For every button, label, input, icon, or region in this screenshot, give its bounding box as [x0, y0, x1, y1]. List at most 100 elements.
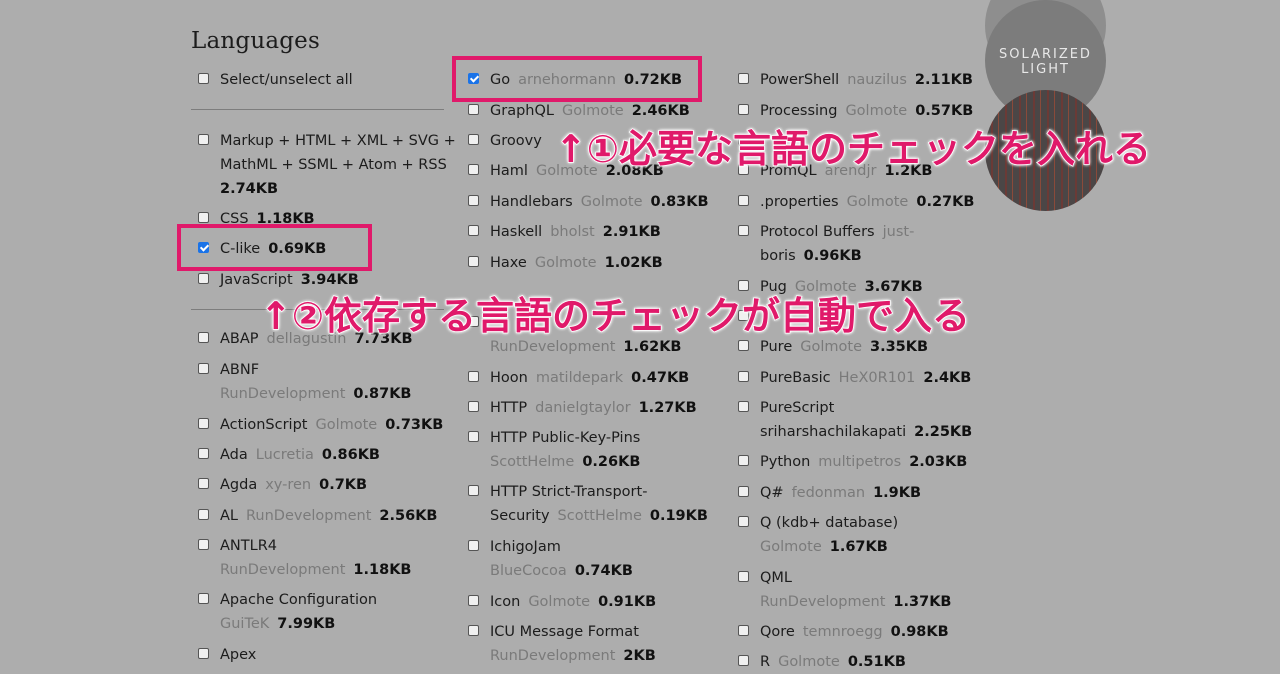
language-checkbox[interactable]: [468, 225, 479, 236]
language-item-line: IchigoJam: [490, 535, 633, 559]
language-item[interactable]: Apex: [198, 643, 256, 667]
language-author: Golmote: [315, 417, 378, 433]
language-checkbox[interactable]: [738, 225, 749, 236]
language-name: Hoon: [490, 370, 528, 386]
language-name: Haml: [490, 163, 528, 179]
language-name: Ada: [220, 447, 248, 463]
language-item-line: RunDevelopment 1.37KB: [760, 590, 952, 614]
language-checkbox[interactable]: [738, 104, 749, 115]
language-item[interactable]: Groovy: [468, 129, 542, 153]
language-name: Protocol Buffers: [760, 224, 875, 240]
language-checkbox[interactable]: [738, 73, 749, 84]
language-checkbox[interactable]: [738, 371, 749, 382]
language-item[interactable]: Q# fedonman 1.9KB: [738, 481, 922, 505]
language-checkbox[interactable]: [468, 625, 479, 636]
language-author: HeX0R101: [838, 370, 916, 386]
language-item[interactable]: Markup + HTML + XML + SVG + MathML + SSML…: [198, 129, 456, 201]
language-checkbox[interactable]: [738, 625, 749, 636]
language-checkbox[interactable]: [738, 571, 749, 582]
language-author: multipetros: [818, 454, 902, 470]
language-item[interactable]: Protocol Buffers just-boris 0.96KB: [738, 220, 914, 268]
language-item[interactable]: R Golmote 0.51KB: [738, 650, 906, 674]
language-item-line: Icon Golmote 0.91KB: [490, 590, 656, 614]
language-checkbox[interactable]: [198, 273, 209, 284]
language-author: RunDevelopment: [490, 339, 616, 355]
language-checkbox[interactable]: [198, 418, 209, 429]
language-name: Icon: [490, 594, 521, 610]
language-item[interactable]: ABNF RunDevelopment 0.87KB: [198, 358, 412, 406]
language-item[interactable]: .properties Golmote 0.27KB: [738, 190, 974, 214]
language-item[interactable]: Handlebars Golmote 0.83KB: [468, 190, 709, 214]
language-item[interactable]: Apache Configuration GuiTeK 7.99KB: [198, 588, 377, 636]
language-item[interactable]: Haxe Golmote 1.02KB: [468, 251, 663, 275]
language-checkbox[interactable]: [198, 448, 209, 459]
language-checkbox[interactable]: [738, 195, 749, 206]
language-checkbox[interactable]: [468, 371, 479, 382]
language-item[interactable]: Agda xy-ren 0.7KB: [198, 473, 367, 497]
language-item[interactable]: PureScript sriharshachilakapati 2.25KB: [738, 396, 972, 444]
language-item[interactable]: PureBasic HeX0R101 2.4KB: [738, 366, 971, 390]
language-checkbox[interactable]: [468, 134, 479, 145]
language-checkbox[interactable]: [198, 509, 209, 520]
language-checkbox[interactable]: [738, 455, 749, 466]
language-checkbox[interactable]: [738, 486, 749, 497]
language-item[interactable]: Ada Lucretia 0.86KB: [198, 443, 380, 467]
language-item[interactable]: ICU Message Format RunDevelopment 2KB: [468, 620, 656, 668]
language-name: Q#: [760, 485, 784, 501]
language-item[interactable]: Select/unselect all: [198, 68, 353, 92]
language-name: Python: [760, 454, 811, 470]
language-item[interactable]: Qore temnroegg 0.98KB: [738, 620, 949, 644]
language-name: PowerShell: [760, 72, 840, 88]
language-item[interactable]: Go arnehormann 0.72KB: [468, 68, 682, 92]
language-checkbox[interactable]: [198, 539, 209, 550]
language-item[interactable]: Hoon matildepark 0.47KB: [468, 366, 689, 390]
language-item[interactable]: IchigoJam BlueCocoa 0.74KB: [468, 535, 633, 583]
language-checkbox[interactable]: [468, 104, 479, 115]
language-checkbox[interactable]: [468, 73, 479, 84]
language-checkbox[interactable]: [468, 595, 479, 606]
language-checkbox[interactable]: [198, 332, 209, 343]
language-checkbox[interactable]: [198, 593, 209, 604]
language-checkbox[interactable]: [738, 401, 749, 412]
language-checkbox[interactable]: [468, 431, 479, 442]
language-checkbox[interactable]: [198, 242, 209, 253]
language-item[interactable]: AL RunDevelopment 2.56KB: [198, 504, 438, 528]
language-checkbox[interactable]: [468, 164, 479, 175]
language-size: 0.69KB: [268, 241, 327, 257]
language-item-line: Groovy: [490, 129, 542, 153]
theme-label-line2: LIGHT: [1021, 62, 1070, 77]
language-name: ActionScript: [220, 417, 308, 433]
language-item-line: Protocol Buffers just-: [760, 220, 914, 244]
language-checkbox[interactable]: [468, 256, 479, 267]
language-checkbox[interactable]: [468, 485, 479, 496]
language-name: C-like: [220, 241, 261, 257]
language-checkbox[interactable]: [468, 195, 479, 206]
language-item[interactable]: HTTP Public-Key-Pins ScottHelme 0.26KB: [468, 426, 640, 474]
language-item[interactable]: QML RunDevelopment 1.37KB: [738, 566, 952, 614]
language-checkbox[interactable]: [468, 540, 479, 551]
language-item[interactable]: HTTP Strict-Transport- Security ScottHelme…: [468, 480, 708, 528]
language-checkbox[interactable]: [468, 401, 479, 412]
language-checkbox[interactable]: [198, 73, 209, 84]
theme-label: SOLARIZED LIGHT: [985, 47, 1106, 77]
language-item[interactable]: ANTLR4 RunDevelopment 1.18KB: [198, 534, 412, 582]
language-item-line: 2.74KB: [220, 177, 456, 201]
language-checkbox[interactable]: [198, 648, 209, 659]
language-item[interactable]: C-like 0.69KB: [198, 237, 327, 261]
language-item[interactable]: CSS 1.18KB: [198, 207, 315, 231]
language-item[interactable]: PowerShell nauzilus 2.11KB: [738, 68, 973, 92]
language-item[interactable]: Python multipetros 2.03KB: [738, 450, 967, 474]
language-item[interactable]: Haskell bholst 2.91KB: [468, 220, 661, 244]
language-checkbox[interactable]: [738, 516, 749, 527]
language-checkbox[interactable]: [198, 134, 209, 145]
language-checkbox[interactable]: [738, 655, 749, 666]
language-checkbox[interactable]: [198, 212, 209, 223]
language-checkbox[interactable]: [198, 363, 209, 374]
language-checkbox[interactable]: [738, 340, 749, 351]
language-item[interactable]: Icon Golmote 0.91KB: [468, 590, 656, 614]
language-size: 1.9KB: [873, 485, 922, 501]
language-item[interactable]: Q (kdb+ database) Golmote 1.67KB: [738, 511, 898, 559]
language-checkbox[interactable]: [198, 478, 209, 489]
language-item[interactable]: HTTP danielgtaylor 1.27KB: [468, 396, 697, 420]
language-item[interactable]: ActionScript Golmote 0.73KB: [198, 413, 443, 437]
